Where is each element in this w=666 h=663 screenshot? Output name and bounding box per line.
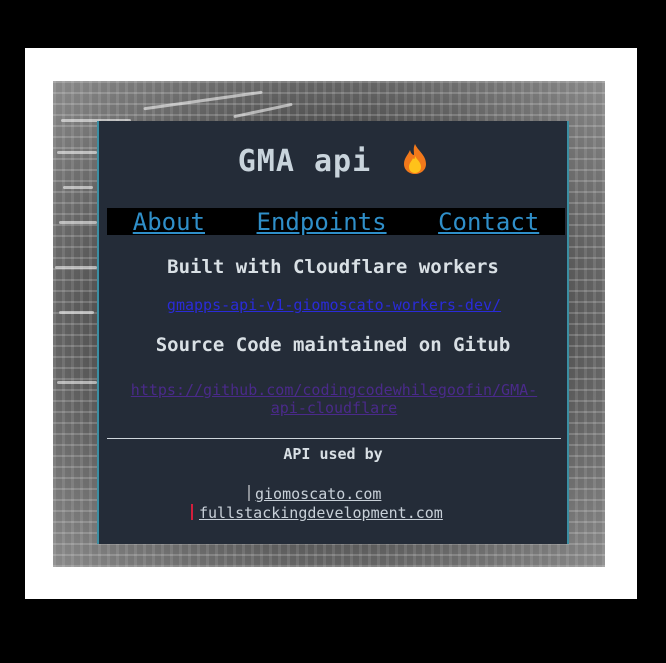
accent-bar: [248, 485, 250, 501]
accent-bar: [191, 504, 193, 520]
site-link-fullstacking[interactable]: fullstackingdevelopment.com: [199, 504, 443, 522]
nav-contact[interactable]: Contact: [438, 208, 539, 236]
nav-bar: About Endpoints Contact: [107, 208, 565, 236]
fire-icon: [402, 143, 428, 175]
github-link-line2[interactable]: api-cloudflare: [105, 399, 563, 417]
nav-endpoints[interactable]: Endpoints: [257, 208, 387, 236]
title-text: GMA api: [237, 144, 372, 179]
nav-about[interactable]: About: [133, 208, 205, 236]
worker-link[interactable]: gmapps-api-v1-giomoscato-workers-dev/: [105, 296, 563, 314]
app-title: GMA api: [99, 143, 567, 179]
main-card: GMA api About Endpoints Contact Built wi…: [97, 121, 569, 544]
source-code-text: Source Code maintained on Gitub: [155, 334, 511, 356]
github-link-line1[interactable]: https://github.com/codingcodewhilegoofin…: [105, 381, 563, 399]
divider: [107, 438, 561, 439]
api-used-by-heading: API used by: [283, 445, 383, 463]
site-link-giomoscato[interactable]: giomoscato.com: [255, 485, 381, 503]
built-with-text: Built with Cloudflare workers: [167, 256, 499, 278]
